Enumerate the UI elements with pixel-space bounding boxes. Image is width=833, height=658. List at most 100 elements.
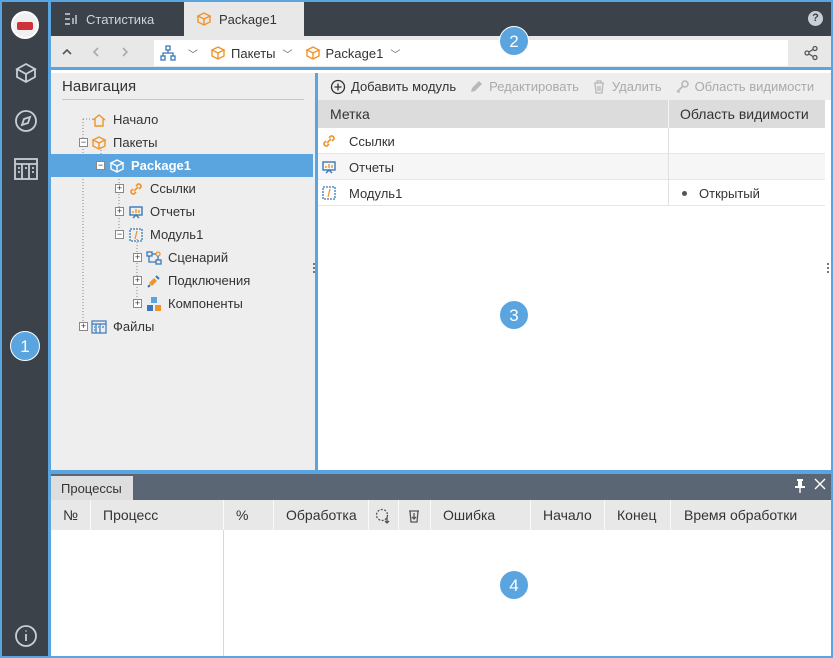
button-label: Удалить xyxy=(611,79,662,94)
share-icon[interactable] xyxy=(803,45,819,61)
package-icon xyxy=(196,11,212,27)
table-row[interactable]: Отчеты xyxy=(318,154,825,180)
column-header-error[interactable]: Ошибка xyxy=(443,507,495,523)
trash-download-icon[interactable] xyxy=(406,508,422,527)
visibility-button[interactable]: Область видимости xyxy=(674,79,815,95)
row-visibility: Открытый xyxy=(699,186,760,201)
package-icon xyxy=(91,135,107,151)
pin-icon[interactable] xyxy=(793,478,807,494)
close-icon[interactable] xyxy=(813,477,827,493)
tree-item-label: Сценарий xyxy=(168,250,229,265)
add-module-button[interactable]: Добавить модуль xyxy=(330,79,456,95)
column-divider xyxy=(398,500,399,530)
package-icon xyxy=(304,45,321,61)
breadcrumb-bar: ﹀ Пакеты ﹀ Package1 ﹀ xyxy=(51,36,831,70)
report-icon xyxy=(128,204,144,220)
column-divider xyxy=(90,500,91,530)
column-header-label[interactable]: Метка xyxy=(330,106,370,122)
link-icon xyxy=(128,181,144,197)
tree-item-files[interactable]: Файлы xyxy=(51,315,313,338)
column-header-end[interactable]: Конец xyxy=(617,507,656,523)
tree-item-scenario[interactable]: Сценарий xyxy=(51,246,313,269)
breadcrumb-package1[interactable]: Package1 ﹀ xyxy=(304,45,400,61)
left-sidebar xyxy=(2,2,48,656)
info-icon[interactable] xyxy=(13,623,39,649)
column-header-number[interactable]: № xyxy=(63,507,78,523)
column-header-process[interactable]: Процесс xyxy=(103,507,158,523)
collapse-icon[interactable]: − xyxy=(96,161,105,170)
button-label: Область видимости xyxy=(694,79,815,94)
breadcrumb: ﹀ Пакеты ﹀ Package1 ﹀ xyxy=(154,40,788,66)
column-divider xyxy=(670,500,671,530)
breadcrumb-label: Пакеты xyxy=(231,45,276,61)
tree-item-package1[interactable]: Package1 xyxy=(51,154,313,177)
column-header-processing-time[interactable]: Время обработки xyxy=(684,507,797,523)
tree-item-connections[interactable]: Подключения xyxy=(51,269,313,292)
tab-label: Статистика xyxy=(86,11,155,27)
forward-button[interactable] xyxy=(117,44,133,60)
column-divider xyxy=(430,500,431,530)
table-row[interactable]: Ссылки xyxy=(318,128,825,154)
column-divider xyxy=(368,500,369,530)
processes-header: Процессы xyxy=(51,474,831,500)
tree-item-links[interactable]: Ссылки xyxy=(51,177,313,200)
callout-badge: 1 xyxy=(10,331,40,361)
column-header-processing[interactable]: Обработка xyxy=(286,507,357,523)
tree-item-label: Компоненты xyxy=(168,296,243,311)
tab-statistics[interactable]: Статистика xyxy=(51,2,183,36)
edit-button[interactable]: Редактировать xyxy=(468,79,579,95)
up-button[interactable] xyxy=(59,44,75,60)
compass-icon[interactable] xyxy=(13,108,39,134)
link-icon xyxy=(321,133,337,149)
button-label: Редактировать xyxy=(489,79,579,94)
dashboard-icon[interactable] xyxy=(13,156,39,182)
visibility-dot-icon xyxy=(682,191,687,196)
column-divider xyxy=(273,500,274,530)
tab-processes[interactable]: Процессы xyxy=(51,476,133,500)
tree-item-label: Подключения xyxy=(168,273,251,288)
tree-item-label: Модуль1 xyxy=(150,227,204,242)
spinner-download-icon[interactable] xyxy=(375,508,391,527)
tab-package1[interactable]: Package1 xyxy=(184,2,304,36)
scenario-icon xyxy=(146,250,162,266)
tree-item-components[interactable]: Компоненты xyxy=(51,292,313,315)
breadcrumb-packages[interactable]: Пакеты ﹀ xyxy=(210,45,293,61)
cell-divider xyxy=(668,180,669,206)
tab-bar: Статистика Package1 ? xyxy=(51,2,831,36)
breadcrumb-root[interactable]: ﹀ xyxy=(160,45,198,61)
tree-item-packages[interactable]: Пакеты xyxy=(51,131,313,154)
trash-icon xyxy=(591,79,607,95)
components-icon xyxy=(146,296,162,312)
column-divider xyxy=(530,500,531,530)
splitter-grip[interactable] xyxy=(313,263,315,273)
processes-columns: № Процесс % Обработка Ошибка Начало Коне… xyxy=(51,500,831,530)
module-icon xyxy=(321,185,337,201)
table-row[interactable]: Модуль1 Открытый xyxy=(318,180,825,206)
tree-item-reports[interactable]: Отчеты xyxy=(51,200,313,223)
help-icon[interactable]: ? xyxy=(808,11,823,26)
chevron-down-icon[interactable]: ﹀ xyxy=(390,46,400,61)
column-header-start[interactable]: Начало xyxy=(543,507,592,523)
tree-item-label: Начало xyxy=(113,112,159,127)
callout-badge: 3 xyxy=(499,300,529,330)
pencil-icon xyxy=(468,79,484,95)
app-logo[interactable] xyxy=(11,11,39,39)
delete-button[interactable]: Удалить xyxy=(591,79,662,95)
column-header-visibility[interactable]: Область видимости xyxy=(680,106,809,122)
splitter-grip[interactable] xyxy=(827,263,829,273)
back-button[interactable] xyxy=(88,44,104,60)
navigation-panel: Навигация Начало − Пакеты Package1 − + С… xyxy=(51,73,315,470)
packages-icon[interactable] xyxy=(13,60,39,86)
tree-item-label: Package1 xyxy=(131,158,191,173)
tree-item-label: Ссылки xyxy=(150,181,196,196)
tree-item-module1[interactable]: Модуль1 xyxy=(51,223,313,246)
tree-item-label: Файлы xyxy=(113,319,155,334)
tree-item-home[interactable]: Начало xyxy=(51,108,313,131)
column-divider xyxy=(604,500,605,530)
chevron-down-icon[interactable]: ﹀ xyxy=(188,46,198,61)
column-divider[interactable] xyxy=(668,100,669,128)
column-header-percent[interactable]: % xyxy=(236,507,248,523)
connection-icon xyxy=(146,273,162,289)
callout-badge: 4 xyxy=(499,570,529,600)
chevron-down-icon[interactable]: ﹀ xyxy=(283,46,293,61)
